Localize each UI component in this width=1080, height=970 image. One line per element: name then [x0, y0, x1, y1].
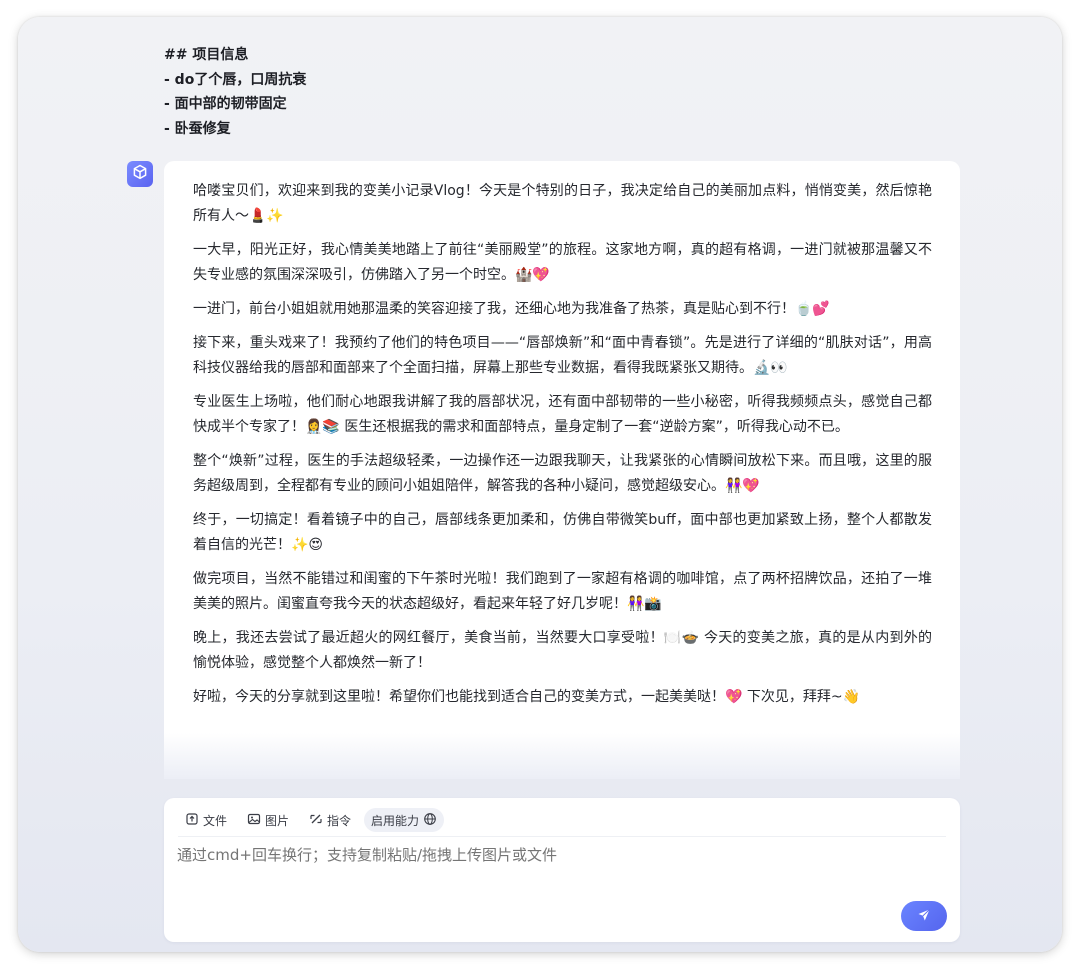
command-button[interactable]: 指令 — [302, 808, 358, 832]
composer-toolbar: 文件 图片 指令 启用能力 — [178, 804, 946, 837]
send-icon — [917, 907, 931, 926]
command-button-label: 指令 — [327, 813, 352, 828]
assistant-reply-body: 哈喽宝贝们，欢迎来到我的变美小记录Vlog！今天是个特别的日子，我决定给自己的美… — [164, 161, 960, 710]
user-message-line: ## 项目信息 — [164, 47, 249, 63]
reply-paragraph: 专业医生上场啦，他们耐心地跟我讲解了我的唇部状况，还有面中部韧带的一些小秘密，听… — [193, 394, 932, 435]
file-icon — [185, 812, 199, 829]
send-button[interactable] — [901, 901, 947, 931]
reply-paragraph: 整个“焕新”过程，医生的手法超级轻柔，一边操作还一边跟我聊天，让我紧张的心情瞬间… — [193, 453, 932, 494]
reply-paragraph: 一进门，前台小姐姐就用她那温柔的笑容迎接了我，还细心地为我准备了热茶，真是贴心到… — [193, 301, 830, 317]
user-message: ## 项目信息 - do了个唇，口周抗衰 - 面中部的韧带固定 - 卧蚕修复 — [164, 43, 306, 141]
globe-icon — [423, 812, 437, 829]
scroll-fade-overlay — [164, 733, 960, 779]
enable-ability-button[interactable]: 启用能力 — [364, 808, 445, 832]
bot-avatar — [127, 161, 153, 187]
reply-paragraph: 接下来，重头戏来了！我预约了他们的特色项目——“唇部焕新”和“面中青春锁”。先是… — [193, 335, 932, 376]
reply-paragraph: 好啦，今天的分享就到这里啦！希望你们也能找到适合自己的变美方式，一起美美哒！💖 … — [193, 689, 861, 705]
reply-paragraph: 晚上，我还去尝试了最近超火的网红餐厅，美食当前，当然要大口享受啦！🍽️🍲 今天的… — [193, 630, 932, 671]
reply-paragraph: 一大早，阳光正好，我心情美美地踏上了前往“美丽殿堂”的旅程。这家地方啊，真的超有… — [193, 242, 932, 283]
user-message-line: - do了个唇，口周抗衰 — [164, 71, 307, 88]
message-input[interactable] — [177, 846, 900, 864]
file-button[interactable]: 文件 — [178, 808, 234, 832]
file-button-label: 文件 — [203, 813, 228, 828]
reply-paragraph: 做完项目，当然不能错过和闺蜜的下午茶时光啦！我们跑到了一家超有格调的咖啡馆，点了… — [193, 571, 932, 612]
image-button[interactable]: 图片 — [240, 808, 296, 832]
chat-window: ## 项目信息 - do了个唇，口周抗衰 - 面中部的韧带固定 - 卧蚕修复 哈… — [18, 17, 1062, 952]
user-message-line: - 面中部的韧带固定 — [164, 96, 287, 112]
image-button-label: 图片 — [265, 813, 290, 828]
enable-ability-label: 启用能力 — [371, 813, 420, 828]
composer: 文件 图片 指令 启用能力 — [164, 798, 960, 942]
cube-logo-icon — [132, 164, 148, 184]
user-message-line: - 卧蚕修复 — [164, 120, 231, 137]
assistant-reply: 哈喽宝贝们，欢迎来到我的变美小记录Vlog！今天是个特别的日子，我决定给自己的美… — [164, 161, 960, 779]
image-icon — [247, 812, 261, 829]
reply-paragraph: 哈喽宝贝们，欢迎来到我的变美小记录Vlog！今天是个特别的日子，我决定给自己的美… — [193, 183, 932, 224]
reply-paragraph: 终于，一切搞定！看着镜子中的自己，唇部线条更加柔和，仿佛自带微笑buff，面中部… — [193, 512, 932, 553]
command-icon — [309, 812, 323, 829]
